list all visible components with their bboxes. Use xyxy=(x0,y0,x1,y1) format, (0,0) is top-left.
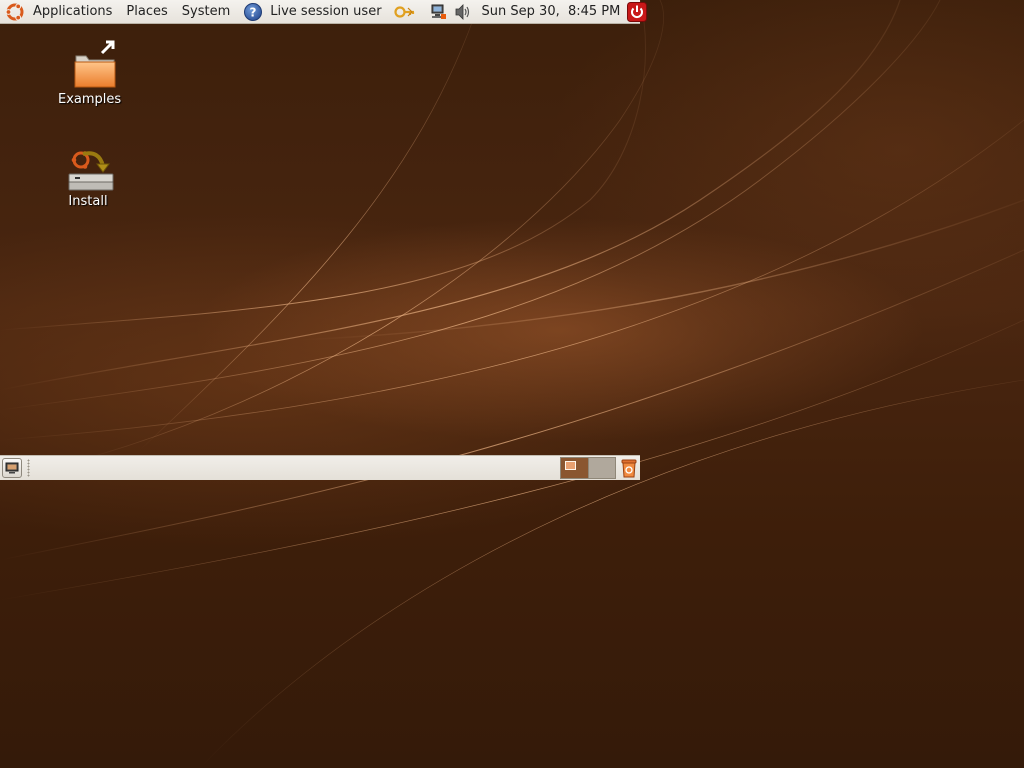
show-desktop-button[interactable] xyxy=(2,458,22,478)
desktop-icon-label: Examples xyxy=(58,92,122,107)
show-desktop-icon xyxy=(5,462,19,474)
volume-icon[interactable] xyxy=(451,0,475,24)
help-icon[interactable]: ? xyxy=(243,0,263,24)
trash-icon[interactable] xyxy=(618,457,640,479)
mini-window xyxy=(565,461,576,470)
clock[interactable]: Sun Sep 30, 8:45 PM xyxy=(475,0,628,24)
keyring-icon[interactable] xyxy=(389,0,421,24)
install-drive-icon xyxy=(48,140,128,192)
workspace-switcher[interactable] xyxy=(560,457,616,479)
top-panel: Applications Places System ? Live sessio… xyxy=(0,0,648,24)
wallpaper xyxy=(0,0,1024,768)
network-icon[interactable] xyxy=(427,0,451,24)
ubuntu-logo-icon[interactable] xyxy=(0,0,26,24)
bottom-panel xyxy=(0,455,640,480)
desktop-icon-install[interactable]: Install xyxy=(48,140,128,209)
system-menu[interactable]: System xyxy=(175,0,237,24)
workspace-2[interactable] xyxy=(588,458,615,478)
places-menu[interactable]: Places xyxy=(119,0,174,24)
user-switcher[interactable]: Live session user xyxy=(263,0,388,24)
folder-link-icon xyxy=(46,38,126,90)
applications-menu[interactable]: Applications xyxy=(26,0,119,24)
desktop-icon-label: Install xyxy=(68,194,108,209)
workspace-1[interactable] xyxy=(561,458,588,478)
desktop[interactable]: Applications Places System ? Live sessio… xyxy=(0,0,1024,768)
desktop-icon-examples[interactable]: Examples xyxy=(46,38,126,107)
svg-text:?: ? xyxy=(250,5,257,19)
window-list[interactable] xyxy=(30,456,560,480)
power-icon[interactable] xyxy=(627,0,649,24)
